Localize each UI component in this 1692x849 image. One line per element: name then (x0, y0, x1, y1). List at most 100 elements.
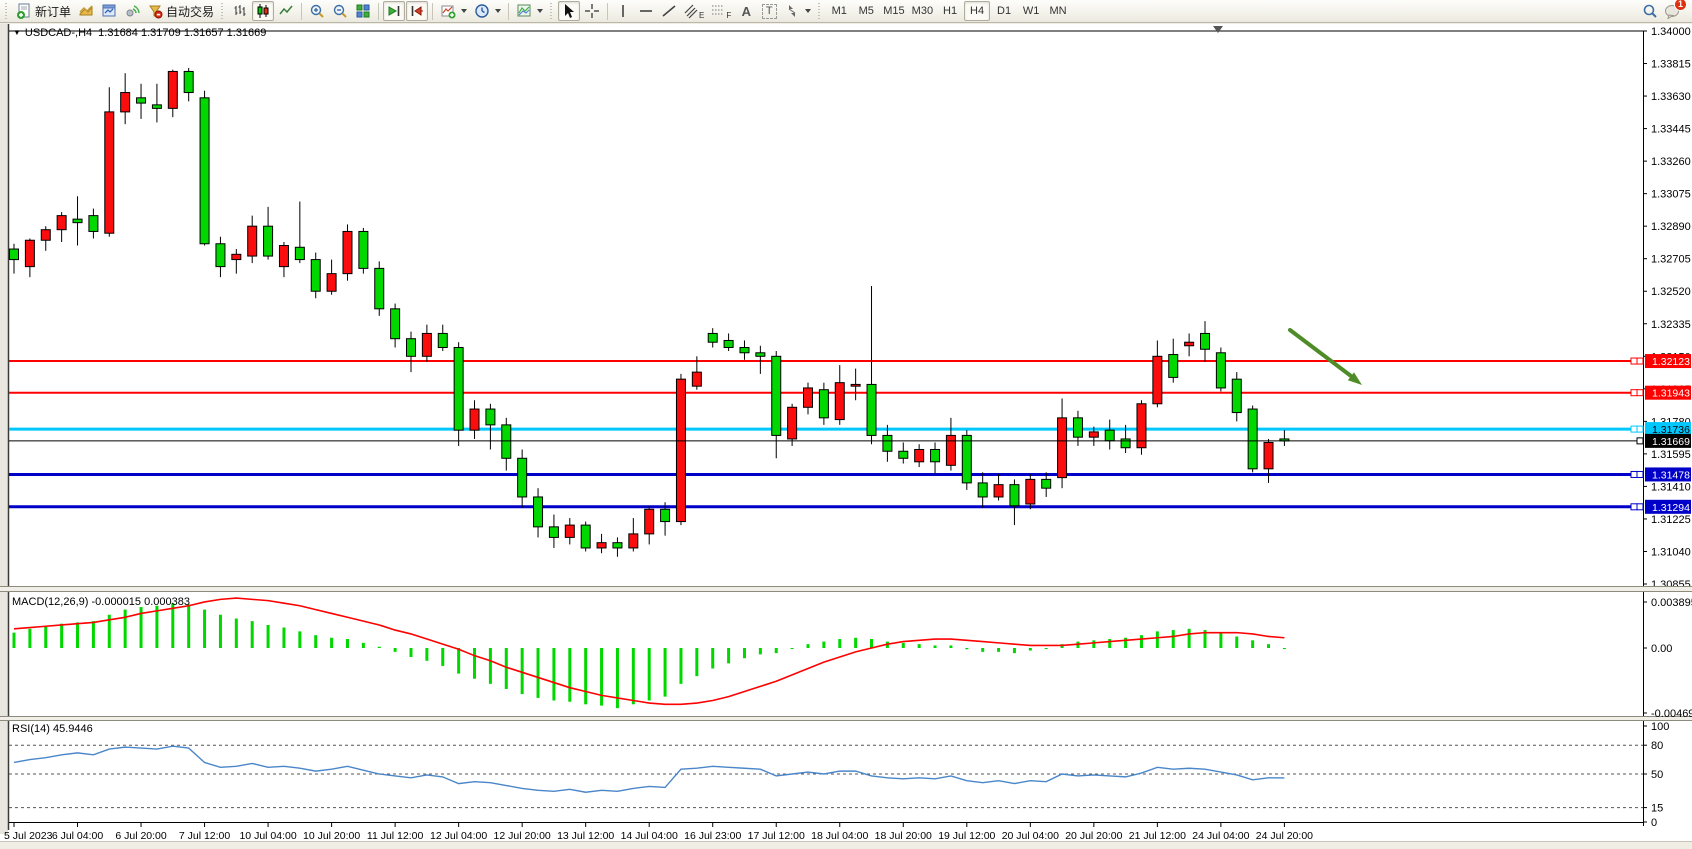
candle-down (454, 348, 463, 431)
timeframe-mn-button[interactable]: MN (1045, 1, 1071, 21)
notifications-button[interactable]: 1 (1661, 1, 1684, 21)
text-tool-button[interactable]: A (735, 1, 757, 21)
arrow-annotation[interactable] (1290, 330, 1362, 385)
macd-histogram-bar (330, 638, 333, 648)
candle-up (1058, 418, 1067, 478)
equidistant-channel-tool-button[interactable]: E (681, 1, 707, 21)
candle-up (121, 93, 130, 112)
macd-histogram-bar (13, 633, 16, 648)
line-chart-button[interactable] (275, 1, 297, 21)
templates-button[interactable] (513, 1, 546, 21)
price-tag-label: 1.31943 (1652, 388, 1690, 400)
macd-histogram-bar (1172, 630, 1175, 648)
periods-clock-icon (474, 3, 490, 19)
arrows-tool-button[interactable] (781, 1, 814, 21)
zoom-out-button[interactable] (329, 1, 351, 21)
macd-histogram-bar (1267, 644, 1270, 648)
candle-down (772, 356, 781, 435)
signals-button[interactable] (121, 1, 143, 21)
autotrading-button[interactable]: 自动交易 (144, 1, 217, 21)
line-handle[interactable] (1631, 426, 1637, 432)
bar-chart-button[interactable] (229, 1, 251, 21)
candle-down (407, 339, 416, 357)
price-chart-canvas[interactable]: 1.340001.338151.336301.334451.332601.330… (0, 24, 1692, 849)
time-axis-label: 20 Jul 20:00 (1065, 830, 1122, 842)
toolbar-grip (818, 3, 822, 19)
text-label-tool-button[interactable]: T (758, 1, 780, 21)
trendline-tool-button[interactable] (658, 1, 680, 21)
crosshair-button[interactable] (581, 1, 603, 21)
macd-histogram-bar (775, 648, 778, 653)
price-tag-handle[interactable] (1637, 438, 1643, 444)
macd-histogram-bar (489, 648, 492, 684)
price-axis-label: 1.32890 (1651, 221, 1691, 233)
tile-windows-button[interactable] (352, 1, 374, 21)
line-handle[interactable] (1631, 390, 1637, 396)
timeframe-m30-button[interactable]: M30 (909, 1, 936, 21)
macd-histogram-bar (600, 648, 603, 706)
dropdown-caret-icon (461, 9, 467, 13)
price-tag-handle[interactable] (1637, 471, 1643, 477)
price-tag-label: 1.31294 (1652, 502, 1690, 514)
chart-shift-marker[interactable] (1213, 26, 1223, 33)
zoom-in-icon (309, 3, 325, 19)
timeframe-d1-button[interactable]: D1 (991, 1, 1017, 21)
timeframe-h4-button[interactable]: H4 (964, 1, 990, 21)
time-axis[interactable]: 5 Jul 20236 Jul 04:006 Jul 20:007 Jul 12… (4, 823, 1313, 842)
macd-histogram-bar (171, 603, 174, 648)
line-handle[interactable] (1631, 358, 1637, 364)
new-order-button[interactable]: 新订单 (13, 1, 74, 21)
zoom-in-button[interactable] (306, 1, 328, 21)
timeframe-h1-button[interactable]: H1 (937, 1, 963, 21)
candle-up (470, 409, 479, 430)
indicators-icon (440, 3, 456, 19)
fibonacci-tool-button[interactable]: F (708, 1, 734, 21)
price-axis-label: 1.32705 (1651, 254, 1691, 266)
text-tool-icon: A (742, 4, 751, 19)
price-tag-handle[interactable] (1637, 390, 1643, 396)
timeframe-m15-button[interactable]: M15 (880, 1, 907, 21)
cursor-button[interactable] (558, 1, 580, 21)
indicators-button[interactable] (437, 1, 470, 21)
timeframe-w1-button[interactable]: W1 (1018, 1, 1044, 21)
line-handle[interactable] (1631, 471, 1637, 477)
market-watch-button[interactable] (75, 1, 97, 21)
macd-histogram-bar (584, 648, 587, 704)
macd-histogram-bar (314, 635, 317, 648)
symbol-dropdown-icon[interactable]: ▼ (13, 28, 21, 37)
periods-button[interactable] (471, 1, 504, 21)
candle-down (819, 390, 828, 418)
candle-down (375, 268, 384, 308)
macd-histogram-bar (441, 648, 444, 666)
line-handle[interactable] (1631, 504, 1637, 510)
toolbar-separator (301, 3, 302, 20)
time-axis-label: 21 Jul 12:00 (1129, 830, 1186, 842)
chart-shift-button[interactable] (406, 1, 428, 21)
time-axis-label: 7 Jul 12:00 (179, 830, 231, 842)
candlestick-chart-button[interactable] (252, 1, 274, 21)
candles-layer (10, 68, 1289, 557)
price-tag-handle[interactable] (1637, 504, 1643, 510)
time-axis-label: 6 Jul 20:00 (115, 830, 167, 842)
time-axis-label: 12 Jul 04:00 (430, 830, 487, 842)
candle-up (232, 254, 241, 259)
price-tag-handle[interactable] (1637, 426, 1643, 432)
autotrading-label: 自动交易 (166, 3, 214, 20)
timeframe-m5-button[interactable]: M5 (853, 1, 879, 21)
candle-down (1105, 430, 1114, 441)
macd-histogram-bar (981, 648, 984, 652)
vertical-line-tool-button[interactable] (612, 1, 634, 21)
chart-header: ▼USDCAD-,H41.31684 1.31709 1.31657 1.316… (13, 27, 266, 39)
macd-histogram-bar (997, 648, 1000, 652)
search-button[interactable] (1639, 1, 1661, 21)
horizontal-line-tool-button[interactable] (635, 1, 657, 21)
timeframe-m1-button[interactable]: M1 (826, 1, 852, 21)
macd-histogram-bar (457, 648, 460, 674)
candle-down (359, 231, 368, 268)
macd-histogram-bar (203, 610, 206, 648)
data-window-button[interactable] (98, 1, 120, 21)
macd-histogram-bar (695, 648, 698, 676)
candle-down (899, 451, 908, 458)
price-tag-handle[interactable] (1637, 358, 1643, 364)
auto-scroll-button[interactable] (383, 1, 405, 21)
